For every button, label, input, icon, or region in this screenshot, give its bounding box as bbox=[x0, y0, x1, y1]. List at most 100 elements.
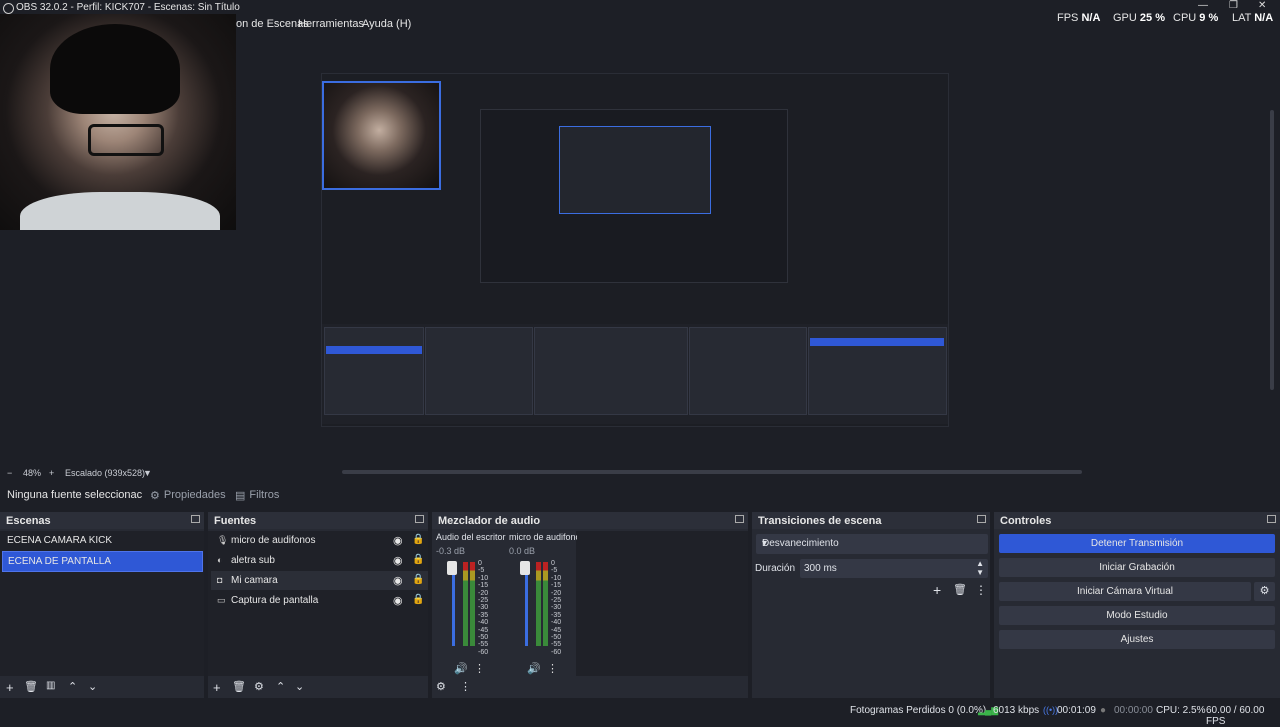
scenes-title: Escenas bbox=[6, 515, 51, 527]
level-meter bbox=[463, 562, 468, 646]
meter-ticks: 0 -5 -10 -15 -20 -25 -30 -35 -40 -45 -50 -55 -60 bbox=[551, 560, 562, 656]
stream-time: 00:01:09 bbox=[1057, 705, 1096, 716]
visibility-eye-icon[interactable]: ◉ bbox=[393, 554, 403, 567]
zoom-out-button[interactable]: − bbox=[7, 468, 12, 478]
transitions-title: Transiciones de escena bbox=[758, 515, 882, 527]
scene-item-camara-kick[interactable]: ECENA CAMARA KICK bbox=[2, 531, 201, 550]
volume-fader-knob[interactable] bbox=[447, 561, 457, 575]
filters-button[interactable]: ▤ Filtros bbox=[235, 486, 279, 504]
spin-down-icon[interactable]: ▼ bbox=[976, 568, 984, 577]
zoom-in-button[interactable]: + bbox=[49, 468, 54, 478]
stat-lat: LAT N/A bbox=[1232, 12, 1274, 24]
level-meter bbox=[543, 562, 548, 646]
scale-label: Escalado (939x528) bbox=[65, 468, 146, 478]
speaker-icon[interactable]: 🔊 bbox=[454, 662, 468, 675]
meter-ticks: 0 -5 -10 -15 -20 -25 -30 -35 -40 -45 -50 -55 -60 bbox=[478, 560, 489, 656]
virtual-camera-settings-icon[interactable]: ⚙ bbox=[1254, 582, 1275, 601]
streaming-icon: ((•)) bbox=[1043, 705, 1059, 715]
undock-icon[interactable] bbox=[415, 515, 424, 523]
start-virtual-camera-button[interactable]: Iniciar Cámara Virtual bbox=[999, 582, 1251, 601]
duration-input[interactable]: 300 ms ▲ ▼ bbox=[800, 559, 988, 578]
audio-mixer-dock: Mezclador de audio Audio del escritorio … bbox=[432, 512, 748, 698]
record-time: 00:00:00 bbox=[1114, 705, 1153, 716]
bitrate: 6013 kbps bbox=[993, 705, 1040, 716]
controls-dock: Controles Detener Transmisión Iniciar Gr… bbox=[994, 512, 1280, 698]
lock-icon[interactable]: 🔒 bbox=[412, 574, 424, 585]
lock-icon[interactable]: 🔒 bbox=[412, 554, 424, 565]
chevron-down-icon: ▾ bbox=[762, 538, 768, 549]
lock-icon[interactable]: 🔒 bbox=[412, 534, 424, 545]
settings-button[interactable]: Ajustes bbox=[999, 630, 1275, 649]
remove-transition-button[interactable]: 🗑 bbox=[953, 583, 967, 596]
start-recording-button[interactable]: Iniciar Grabación bbox=[999, 558, 1275, 577]
source-properties-button[interactable]: ⚙ bbox=[254, 680, 264, 693]
advanced-audio-icon[interactable]: ⚙ bbox=[436, 680, 446, 693]
add-source-button[interactable]: + bbox=[213, 680, 221, 695]
browser-icon: ◐ bbox=[217, 555, 223, 565]
undock-icon[interactable] bbox=[1267, 515, 1276, 523]
visibility-eye-icon[interactable]: ◉ bbox=[393, 594, 403, 607]
level-meter bbox=[470, 562, 475, 646]
visibility-eye-icon[interactable]: ◉ bbox=[393, 534, 403, 547]
stop-streaming-button[interactable]: Detener Transmisión bbox=[999, 534, 1275, 553]
menu-help[interactable]: Ayuda (H) bbox=[362, 18, 411, 30]
transition-menu-icon[interactable]: ⋮ bbox=[975, 583, 987, 597]
volume-fader-knob[interactable] bbox=[520, 561, 530, 575]
properties-button[interactable]: ⚙ Propiedades bbox=[150, 486, 226, 504]
move-source-down-button[interactable]: ⌄ bbox=[295, 680, 304, 693]
camera-icon: ◘ bbox=[217, 575, 223, 585]
status-bar: Fotogramas Perdidos 0 (0.0%) ▂▄▆ 6013 kb… bbox=[0, 700, 1280, 727]
nested-webcam bbox=[322, 81, 441, 190]
speaker-icon[interactable]: 🔊 bbox=[527, 662, 541, 675]
transition-select[interactable]: Desvanecimiento ▾ bbox=[756, 534, 988, 554]
stat-gpu: GPU 25 % bbox=[1113, 12, 1165, 24]
duration-label: Duración bbox=[755, 563, 796, 574]
obs-logo-icon bbox=[3, 3, 14, 14]
horizontal-scrollbar[interactable] bbox=[342, 470, 1082, 474]
kebab-menu-icon[interactable]: ⋮ bbox=[474, 662, 485, 675]
move-scene-down-button[interactable]: ⌄ bbox=[88, 680, 97, 693]
zoom-bar: − 48% + Escalado (939x528) ▼ bbox=[0, 465, 340, 479]
scene-filters-button[interactable]: ▥ bbox=[46, 680, 55, 691]
move-source-up-button[interactable]: ⌃ bbox=[276, 680, 285, 693]
mixer-title: Mezclador de audio bbox=[438, 515, 541, 527]
source-item-captura[interactable]: ▭ Captura de pantalla ◉ 🔒 bbox=[211, 591, 428, 610]
mixer-menu-icon[interactable]: ⋮ bbox=[460, 680, 471, 693]
scale-dropdown-icon[interactable]: ▼ bbox=[143, 468, 152, 478]
undock-icon[interactable] bbox=[191, 515, 200, 523]
source-item-micro[interactable]: 🎙 micro de audifonos ◉ 🔒 bbox=[211, 531, 428, 550]
undock-icon[interactable] bbox=[735, 515, 744, 523]
remove-scene-button[interactable]: 🗑 bbox=[24, 680, 38, 693]
webcam-overlay bbox=[0, 14, 236, 230]
lock-icon[interactable]: 🔒 bbox=[412, 594, 424, 605]
zoom-value: 48% bbox=[23, 468, 42, 478]
add-transition-button[interactable]: + bbox=[933, 582, 941, 598]
gear-icon: ⚙ bbox=[150, 489, 160, 502]
screen-capture-preview bbox=[321, 73, 949, 427]
visibility-eye-icon[interactable]: ◉ bbox=[393, 574, 403, 587]
remove-source-button[interactable]: 🗑 bbox=[232, 680, 246, 693]
kebab-menu-icon[interactable]: ⋮ bbox=[547, 662, 558, 675]
fps-readout: 60.00 / 60.00 FPS bbox=[1206, 705, 1265, 727]
undock-icon[interactable] bbox=[977, 515, 986, 523]
sources-dock: Fuentes 🎙 micro de audifonos ◉ 🔒 ◐ aletr… bbox=[208, 512, 428, 698]
studio-mode-button[interactable]: Modo Estudio bbox=[999, 606, 1275, 625]
sources-title: Fuentes bbox=[214, 515, 257, 527]
transitions-dock: Transiciones de escena Desvanecimiento ▾… bbox=[752, 512, 990, 698]
menu-tools[interactable]: Herramientas bbox=[298, 18, 364, 30]
level-meter bbox=[536, 562, 541, 646]
source-item-camara[interactable]: ◘ Mi camara ◉ 🔒 bbox=[211, 571, 428, 590]
minimize-icon[interactable]: — bbox=[1198, 0, 1208, 11]
recording-icon: ● bbox=[1100, 705, 1107, 716]
close-icon[interactable]: ✕ bbox=[1258, 0, 1266, 11]
add-scene-button[interactable]: + bbox=[6, 680, 14, 695]
source-item-aletra[interactable]: ◐ aletra sub ◉ 🔒 bbox=[211, 551, 428, 570]
move-scene-up-button[interactable]: ⌃ bbox=[68, 680, 77, 693]
vertical-scrollbar[interactable] bbox=[1270, 110, 1274, 390]
cpu-usage: CPU: 2.5% bbox=[1156, 705, 1206, 716]
maximize-icon[interactable]: ❐ bbox=[1229, 0, 1238, 11]
monitor-icon: ▭ bbox=[217, 595, 226, 605]
spin-up-icon[interactable]: ▲ bbox=[976, 559, 984, 568]
scene-item-pantalla[interactable]: ECENA DE PANTALLA bbox=[2, 551, 203, 572]
window-title: OBS 32.0.2 - Perfil: KICK707 - Escenas: … bbox=[16, 2, 240, 13]
